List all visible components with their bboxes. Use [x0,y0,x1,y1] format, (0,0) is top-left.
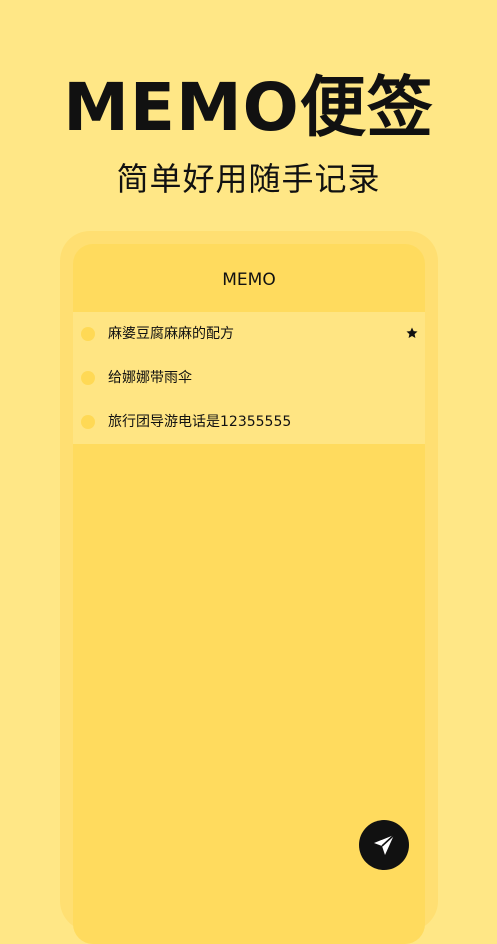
memo-item[interactable]: 旅行团导游电话是12355555 [73,400,425,444]
paper-plane-icon [374,834,395,855]
pin-icon[interactable] [406,327,418,339]
hero-title: MEMO便签 [63,69,434,146]
memo-item[interactable]: 给娜娜带雨伞 [73,356,425,400]
memo-bullet-dot [81,415,95,429]
app-title: MEMO [222,270,276,290]
memo-text: 麻婆豆腐麻麻的配方 [108,326,234,342]
memo-bullet-dot [81,371,95,385]
memo-list: 麻婆豆腐麻麻的配方 给娜娜带雨伞 旅行团导游电话是12355555 [73,312,425,444]
memo-text: 给娜娜带雨伞 [108,370,192,386]
memo-item[interactable]: 麻婆豆腐麻麻的配方 [73,312,425,356]
send-button[interactable] [359,820,409,870]
hero-subtitle: 简单好用随手记录 [116,160,381,198]
memo-bullet-dot [81,327,95,341]
memo-text: 旅行团导游电话是12355555 [108,414,292,430]
